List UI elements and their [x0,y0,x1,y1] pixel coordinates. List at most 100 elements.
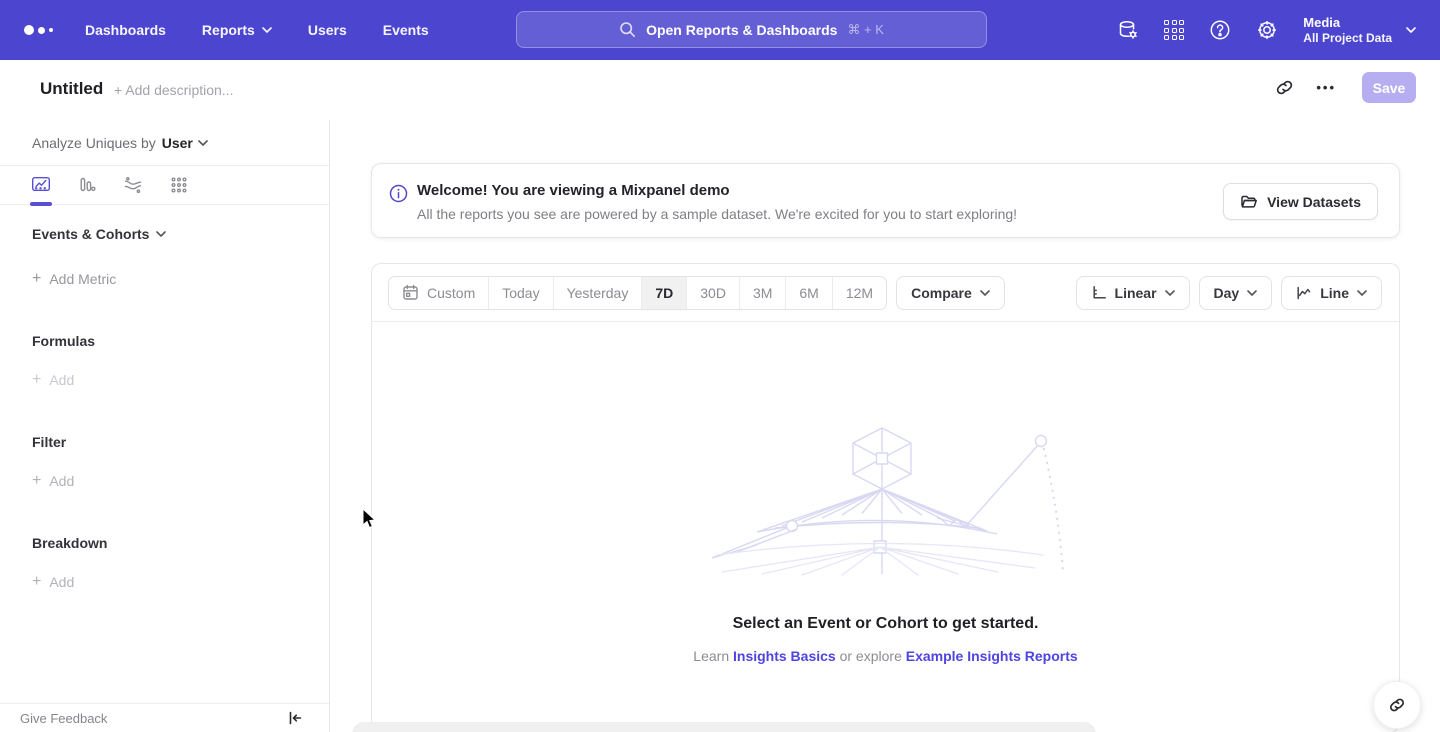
copy-link-icon[interactable] [1275,78,1294,97]
add-filter-label: Add [49,473,74,489]
give-feedback-link[interactable]: Give Feedback [20,711,107,726]
chevron-down-icon [198,140,208,146]
tab-bar-chart[interactable] [77,175,97,195]
nav-reports[interactable]: Reports [202,22,272,38]
chevron-down-icon [1247,290,1257,296]
nav-reports-label: Reports [202,22,255,38]
folder-icon [1240,193,1258,211]
tab-retention-grid[interactable] [169,175,189,195]
analyze-label: Analyze Uniques by [32,135,156,151]
calendar-icon [402,284,419,301]
banner-subtitle: All the reports you see are powered by a… [417,206,1017,222]
nav-right-cluster: Media All Project Data [1117,0,1416,60]
compare-label: Compare [911,285,972,301]
analyze-by-dropdown[interactable]: User [162,135,208,151]
project-name: Media [1303,14,1392,31]
chart-controls-row: Custom Today Yesterday 7D 30D 3M 6M 12M … [372,264,1399,322]
plus-icon: + [32,270,41,288]
range-custom[interactable]: Custom [389,277,489,309]
range-custom-label: Custom [427,285,475,301]
plus-icon: + [32,573,41,591]
scale-dropdown[interactable]: Linear [1076,276,1190,310]
welcome-banner: Welcome! You are viewing a Mixpanel demo… [371,163,1400,238]
nav-events[interactable]: Events [383,22,429,38]
help-icon[interactable] [1209,19,1231,41]
report-card: Custom Today Yesterday 7D 30D 3M 6M 12M … [371,263,1400,732]
mixpanel-logo-icon[interactable] [24,25,53,35]
banner-title: Welcome! You are viewing a Mixpanel demo [417,182,730,199]
add-formula-button[interactable]: + Add [0,371,329,389]
range-7d[interactable]: 7D [642,277,687,309]
range-6m[interactable]: 6M [786,277,832,309]
interval-dropdown[interactable]: Day [1199,276,1273,310]
settings-gear-icon[interactable] [1256,19,1278,41]
info-icon [389,184,408,203]
analyze-by-value: User [162,135,193,151]
search-placeholder: Open Reports & Dashboards [646,22,837,38]
range-30d[interactable]: 30D [687,277,740,309]
line-chart-icon [1296,285,1312,301]
range-yesterday[interactable]: Yesterday [554,277,643,309]
chart-type-dropdown[interactable]: Line [1281,276,1382,310]
bottom-panel-edge [352,722,1096,732]
query-builder-sidebar: Analyze Uniques by User [0,120,330,732]
breakdown-label: Breakdown [32,535,107,551]
add-breakdown-label: Add [49,574,74,590]
visualization-tabs [0,166,329,205]
apps-grid-icon[interactable] [1164,20,1184,40]
chevron-down-icon [1406,27,1416,33]
search-shortcut: ⌘ + K [847,22,884,38]
add-metric-label: Add Metric [49,271,116,287]
top-nav: Dashboards Reports Users Events Open Rep… [0,0,1440,60]
chevron-down-icon [980,290,990,296]
events-cohorts-label: Events & Cohorts [32,226,149,242]
empty-state-title: Select an Event or Cohort to get started… [372,615,1399,633]
chart-display-controls: Linear Day Line [1076,276,1382,310]
link-icon [1388,696,1406,714]
analyze-uniques-row: Analyze Uniques by User [0,120,329,166]
add-formula-label: Add [49,372,74,388]
project-scope: All Project Data [1303,31,1392,46]
project-selector[interactable]: Media All Project Data [1303,14,1416,46]
example-insights-reports-link[interactable]: Example Insights Reports [906,648,1078,664]
date-range-selector: Custom Today Yesterday 7D 30D 3M 6M 12M [388,276,887,310]
range-today[interactable]: Today [489,277,553,309]
add-filter-button[interactable]: + Add [0,472,329,490]
range-3m[interactable]: 3M [740,277,786,309]
events-cohorts-section[interactable]: Events & Cohorts [0,226,329,242]
add-description-field[interactable]: + Add description... [114,82,233,98]
view-datasets-button[interactable]: View Datasets [1223,183,1378,220]
tab-insights-line[interactable] [31,175,51,195]
save-button[interactable]: Save [1362,72,1416,103]
search-input[interactable]: Open Reports & Dashboards ⌘ + K [516,11,987,48]
plus-icon: + [32,371,41,389]
add-metric-button[interactable]: + Add Metric [0,270,329,288]
add-breakdown-button[interactable]: + Add [0,573,329,591]
data-management-icon[interactable] [1117,19,1139,41]
chart-type-label: Line [1320,285,1349,301]
formulas-label: Formulas [32,333,95,349]
nav-users[interactable]: Users [308,22,347,38]
chevron-down-icon [156,231,166,237]
search-icon [619,21,636,38]
selected-tab-indicator [30,202,52,206]
share-link-fab[interactable] [1373,681,1421,729]
breakdown-section: Breakdown [0,535,329,551]
more-options-button[interactable]: ••• [1316,80,1336,95]
plus-icon: + [32,472,41,490]
scale-label: Linear [1115,285,1157,301]
nav-dashboards[interactable]: Dashboards [85,22,166,38]
tab-flows[interactable] [123,175,143,195]
insights-basics-link[interactable]: Insights Basics [733,648,836,664]
or-explore-text: or explore [840,648,902,664]
collapse-sidebar-icon[interactable] [287,710,303,726]
interval-label: Day [1214,285,1240,301]
report-title[interactable]: Untitled [40,79,103,99]
linear-axis-icon [1091,285,1107,301]
compare-button[interactable]: Compare [896,276,1005,310]
range-12m[interactable]: 12M [833,277,886,309]
filter-label: Filter [32,434,66,450]
header-actions: ••• Save [1275,72,1416,103]
empty-state-subtitle: Learn Insights Basics or explore Example… [372,648,1399,664]
chevron-down-icon [262,27,272,33]
